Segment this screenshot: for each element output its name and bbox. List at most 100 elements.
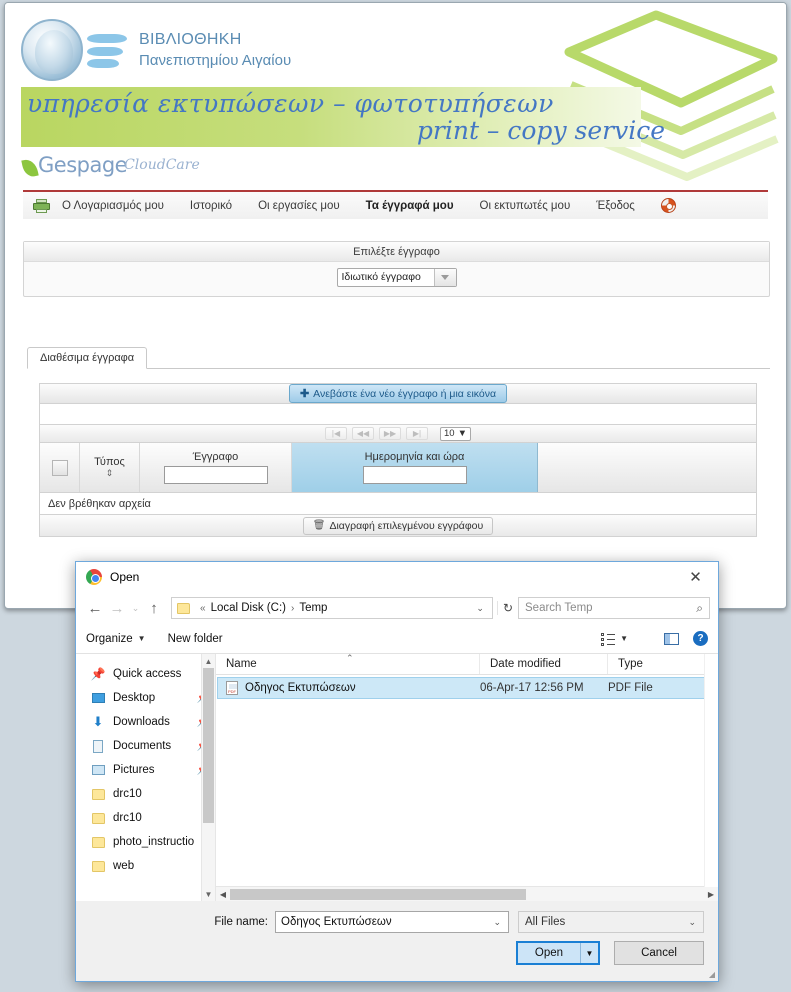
file-list-horizontal-scrollbar[interactable]: ◀ ▶ <box>216 886 718 901</box>
file-row[interactable]: Οδηγος Εκτυπώσεων 06-Apr-17 12:56 PM PDF… <box>217 677 717 699</box>
open-split-chevron-icon[interactable]: ▼ <box>580 943 598 963</box>
nav-item-history[interactable]: Ιστορικό <box>190 200 232 212</box>
folder-icon <box>90 812 106 824</box>
banner-line-english: print – copy service <box>416 116 665 145</box>
select-all-cell <box>40 443 80 492</box>
address-bar[interactable]: « Local Disk (C:) › Temp ⌄ <box>171 597 493 619</box>
new-folder-label: New folder <box>167 632 223 645</box>
scroll-left-icon[interactable]: ◀ <box>216 890 230 899</box>
pager-prev-button[interactable]: ◀◀ <box>352 427 374 440</box>
document-type-select[interactable]: Ιδιωτικό έγγραφο <box>336 268 457 287</box>
main-navigation: Ο Λογαριασμός μου Ιστορικό Οι εργασίες μ… <box>23 190 768 219</box>
open-button[interactable]: Open ▼ <box>516 941 600 965</box>
forward-icon[interactable]: → <box>106 597 128 619</box>
nav-item-account[interactable]: Ο Λογαριασμός μου <box>62 200 164 212</box>
desktop-icon <box>90 693 106 703</box>
table-header-row: Τύπος ⇕ Έγγραφο Ημερομηνία και ώρα <box>39 443 757 493</box>
pager-last-button[interactable]: ▶| <box>406 427 428 440</box>
resize-grip-icon[interactable]: ◢ <box>709 970 715 979</box>
close-icon[interactable]: ✕ <box>673 562 718 592</box>
nav-item-logout[interactable]: Έξοδος <box>596 200 635 212</box>
file-name-input[interactable]: Οδηγος Εκτυπώσεων ⌄ <box>275 911 509 933</box>
wave-icon <box>87 26 129 74</box>
sidebar-item-folder-2[interactable]: drc10 <box>76 806 215 830</box>
column-document[interactable]: Έγγραφο <box>140 443 292 492</box>
organize-button[interactable]: Organize ▼ <box>86 633 146 645</box>
select-all-checkbox[interactable] <box>51 459 68 476</box>
page-size-select[interactable]: 10 ▼ <box>440 426 471 441</box>
preview-pane-icon[interactable] <box>664 632 679 645</box>
column-type[interactable]: Τύπος ⇕ <box>80 443 140 492</box>
refresh-icon[interactable]: ↻ <box>496 601 518 615</box>
tab-available-documents[interactable]: Διαθέσιμα έγγραφα <box>27 347 148 369</box>
sidebar-scrollbar[interactable]: ▲ ▼ <box>201 654 215 901</box>
nav-item-documents[interactable]: Τα έγγραφά μου <box>366 200 454 212</box>
sidebar-item-documents[interactable]: Documents 📌 <box>76 734 215 758</box>
scroll-right-icon[interactable]: ▶ <box>704 890 718 899</box>
breadcrumb-item-drive[interactable]: Local Disk (C:) <box>211 602 286 614</box>
navigation-pane: 📌 Quick access Desktop 📌 ⬇ Downloads 📌 D… <box>76 654 216 901</box>
filter-document-input[interactable] <box>163 466 268 484</box>
sidebar-item-desktop[interactable]: Desktop 📌 <box>76 686 215 710</box>
new-folder-button[interactable]: New folder <box>168 633 223 645</box>
column-datetime[interactable]: Ημερομηνία και ώρα <box>292 443 538 492</box>
sidebar-item-quick-access[interactable]: 📌 Quick access <box>76 662 215 686</box>
sidebar-item-folder-1[interactable]: drc10 <box>76 782 215 806</box>
column-document-label: Έγγραφο <box>192 451 239 463</box>
library-name-line1: ΒΙΒΛΙΟΘΗΚΗ <box>139 31 242 49</box>
column-type[interactable]: Type <box>608 654 718 674</box>
help-icon[interactable]: ? <box>693 631 708 646</box>
organize-label: Organize <box>86 632 133 645</box>
open-button-label: Open <box>534 947 564 959</box>
delete-document-button[interactable]: 🗑 Διαγραφή επιλεγμένου εγγράφου <box>302 516 494 535</box>
address-chevron-down-icon[interactable]: ⌄ <box>470 603 490 614</box>
sidebar-item-pictures[interactable]: Pictures 📌 <box>76 758 215 782</box>
view-options-button[interactable]: ▼ <box>601 632 628 646</box>
file-list-vertical-scrollbar[interactable] <box>704 654 718 887</box>
dialog-title: Open <box>110 570 140 584</box>
pdf-file-icon <box>226 681 238 695</box>
scrollbar-thumb[interactable] <box>203 668 214 823</box>
scroll-up-icon[interactable]: ▲ <box>202 654 215 668</box>
library-name-line2: Πανεπιστημίου Αιγαίου <box>139 51 292 69</box>
nav-item-jobs[interactable]: Οι εργασίες μου <box>258 200 340 212</box>
chrome-icon <box>86 569 102 585</box>
back-icon[interactable]: ← <box>84 597 106 619</box>
dialog-navigation-bar: ← → ⌄ ↑ « Local Disk (C:) › Temp ⌄ ↻ Sea… <box>76 592 718 624</box>
upload-document-button[interactable]: ✚ Ανεβάστε ένα νέο έγγραφο ή μια εικόνα <box>288 384 508 403</box>
chevron-down-icon[interactable]: ⌄ <box>683 917 701 928</box>
breadcrumb-separator-icon: › <box>290 602 295 614</box>
file-name-label: File name: <box>214 916 268 928</box>
chevron-down-icon: ▼ <box>137 634 146 643</box>
sidebar-label: drc10 <box>113 788 142 800</box>
scrollbar-thumb[interactable] <box>230 888 526 900</box>
gespage-suffix: CloudCare <box>124 157 200 173</box>
sort-icon: ⇕ <box>105 468 114 478</box>
column-type-label: Type <box>618 658 643 670</box>
breadcrumb-overflow[interactable]: « <box>200 603 206 614</box>
chevron-down-icon: ▼ <box>457 428 467 439</box>
up-icon[interactable]: ↑ <box>143 597 165 619</box>
cancel-button-label: Cancel <box>641 947 677 959</box>
scrollbar-track[interactable] <box>230 888 704 900</box>
gespage-wordmark: Gespage <box>38 153 128 177</box>
pager-next-button[interactable]: ▶▶ <box>379 427 401 440</box>
file-type-select[interactable]: All Files ⌄ <box>518 911 704 933</box>
sidebar-item-folder-3[interactable]: photo_instructio <box>76 830 215 854</box>
pager-first-button[interactable]: |◀ <box>325 427 347 440</box>
nav-item-printers[interactable]: Οι εκτυπωτές μου <box>480 200 571 212</box>
sidebar-item-downloads[interactable]: ⬇ Downloads 📌 <box>76 710 215 734</box>
folder-icon <box>90 788 106 800</box>
scroll-down-icon[interactable]: ▼ <box>202 887 215 901</box>
breadcrumb-item-folder[interactable]: Temp <box>299 602 327 614</box>
chevron-down-icon[interactable]: ⌄ <box>488 917 506 928</box>
sidebar-item-folder-4[interactable]: web <box>76 854 215 878</box>
cancel-button[interactable]: Cancel <box>614 941 704 965</box>
column-date-modified[interactable]: Date modified <box>480 654 608 674</box>
search-box[interactable]: Search Temp ⌕ <box>518 597 710 619</box>
recent-locations-icon[interactable]: ⌄ <box>128 597 143 619</box>
lifering-icon[interactable] <box>660 198 676 213</box>
column-spacer <box>538 443 756 492</box>
filter-datetime-input[interactable] <box>362 466 467 484</box>
gespage-logo: Gespage CloudCare <box>21 153 200 179</box>
